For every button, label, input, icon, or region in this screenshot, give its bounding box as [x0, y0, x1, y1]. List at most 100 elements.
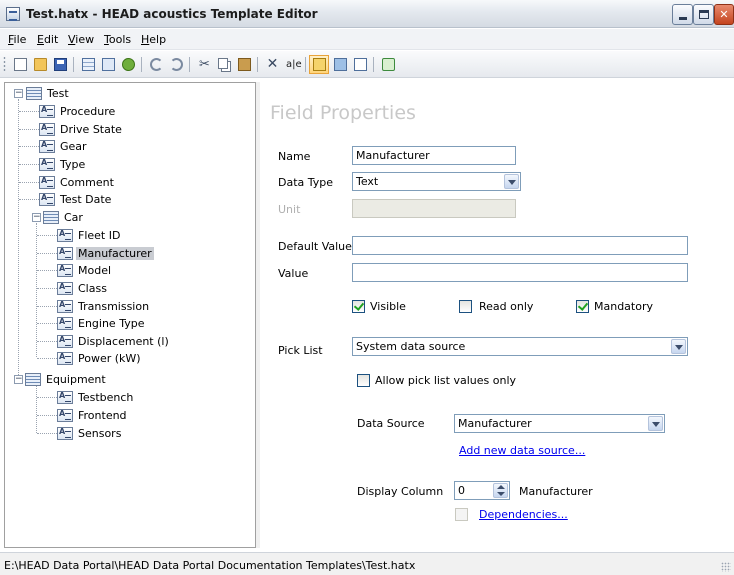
field-icon: [57, 282, 73, 295]
menu-help[interactable]: Help: [141, 33, 166, 46]
tree-item-label: Test Date: [60, 193, 112, 206]
unit-field[interactable]: [352, 199, 516, 218]
dependencies-link[interactable]: Dependencies...: [479, 508, 568, 521]
minimize-button[interactable]: [672, 4, 693, 25]
paste-button[interactable]: [234, 55, 254, 74]
undo-button[interactable]: [146, 55, 166, 74]
tree-item-displacement[interactable]: Displacement (l): [57, 333, 171, 350]
name-field[interactable]: Manufacturer: [352, 146, 516, 165]
resize-grip-icon[interactable]: [721, 562, 731, 572]
add-data-source-link[interactable]: Add new data source...: [459, 444, 585, 457]
chevron-down-icon[interactable]: [671, 339, 686, 354]
tree-item-drive-state[interactable]: Drive State: [39, 121, 124, 138]
maximize-button[interactable]: [693, 4, 714, 25]
mandatory-label: Mandatory: [594, 300, 654, 313]
tree-item-label: Type: [60, 158, 86, 171]
value-field[interactable]: [352, 263, 688, 282]
chevron-down-icon[interactable]: [648, 416, 663, 431]
redo-button[interactable]: [166, 55, 186, 74]
tree-item-type[interactable]: Type: [39, 156, 87, 173]
tree-item-procedure[interactable]: Procedure: [39, 103, 117, 120]
data-source-value: Manufacturer: [458, 417, 532, 430]
tree-item-label: Transmission: [78, 300, 150, 313]
grid-button[interactable]: [78, 55, 98, 74]
open-button[interactable]: [30, 55, 50, 74]
add-button[interactable]: [118, 55, 138, 74]
run-button[interactable]: [330, 55, 350, 74]
copy-button[interactable]: [214, 55, 234, 74]
toolbar-grip[interactable]: [3, 56, 6, 72]
tree-item-manufacturer[interactable]: Manufacturer: [57, 245, 154, 262]
tree-button[interactable]: [98, 55, 118, 74]
field-icon: [57, 317, 73, 330]
tree-item-equipment[interactable]: Equipment: [25, 371, 108, 388]
display-column-stepper[interactable]: 0: [454, 481, 510, 500]
delete-icon: ✕: [266, 56, 279, 72]
data-type-value: Text: [356, 175, 379, 188]
template-tree[interactable]: − Test Procedure Drive State Gear Type C…: [4, 82, 256, 548]
default-value-label: Default Value: [278, 240, 352, 253]
delete-button[interactable]: ✕: [262, 55, 282, 74]
tree-item-car[interactable]: Car: [43, 209, 85, 226]
allow-pick-list-checkbox[interactable]: [357, 374, 370, 387]
read-only-checkbox[interactable]: [459, 300, 472, 313]
tree-item-gear[interactable]: Gear: [39, 138, 89, 155]
field-icon: [57, 409, 73, 422]
tree-item-label: Car: [64, 211, 83, 224]
tree-item-label: Procedure: [60, 105, 116, 118]
tree-item-comment[interactable]: Comment: [39, 174, 116, 191]
tree-item-engine-type[interactable]: Engine Type: [57, 315, 146, 332]
tree-item-class[interactable]: Class: [57, 280, 109, 297]
spellcheck-button[interactable]: a|e: [282, 55, 302, 74]
tree-item-fleet-id[interactable]: Fleet ID: [57, 227, 122, 244]
field-icon: [39, 140, 55, 153]
tree-connector: [37, 415, 57, 416]
tree-item-test[interactable]: Test: [26, 85, 71, 102]
new-button[interactable]: [10, 55, 30, 74]
data-source-select[interactable]: Manufacturer: [454, 414, 665, 433]
field-icon: [57, 335, 73, 348]
pick-list-select[interactable]: System data source: [352, 337, 688, 356]
display-column-name: Manufacturer: [519, 485, 593, 498]
menu-tools[interactable]: Tools: [104, 33, 131, 46]
mandatory-checkbox[interactable]: [576, 300, 589, 313]
visible-checkbox[interactable]: [352, 300, 365, 313]
tree-connector: [19, 146, 39, 147]
field-properties-panel: Field Properties Name Manufacturer Data …: [260, 82, 734, 548]
toolbar-separator: [305, 57, 306, 72]
default-value-field[interactable]: [352, 236, 688, 255]
tree-item-sensors[interactable]: Sensors: [57, 425, 123, 442]
tree-collapse-equipment[interactable]: −: [14, 375, 23, 384]
tree-collapse-test[interactable]: −: [14, 89, 23, 98]
toolbar: ✂ ✕ a|e: [0, 51, 734, 78]
tree-item-testbench[interactable]: Testbench: [57, 389, 135, 406]
spinner-icon[interactable]: [493, 483, 508, 498]
save-button[interactable]: [50, 55, 70, 74]
dependencies-checkbox[interactable]: [455, 508, 468, 521]
properties-button[interactable]: [309, 55, 329, 74]
tree-connector: [19, 111, 39, 112]
menu-edit[interactable]: Edit: [37, 33, 58, 46]
group-icon: [26, 87, 42, 100]
menu-view[interactable]: View: [68, 33, 94, 46]
tree-connector: [37, 397, 57, 398]
tree-collapse-car[interactable]: −: [32, 213, 41, 222]
field-icon: [39, 105, 55, 118]
tree-item-transmission[interactable]: Transmission: [57, 298, 151, 315]
tree-connector: [36, 223, 37, 357]
unit-label: Unit: [278, 203, 301, 216]
cut-button[interactable]: ✂: [194, 55, 214, 74]
tree-item-label: Comment: [60, 176, 114, 189]
menu-file[interactable]: File: [8, 33, 26, 46]
data-type-select[interactable]: Text: [352, 172, 521, 191]
tree-item-power[interactable]: Power (kW): [57, 350, 143, 367]
tree-icon: [102, 58, 115, 71]
preview-button[interactable]: [350, 55, 370, 74]
refresh-button[interactable]: [378, 55, 398, 74]
chevron-down-icon[interactable]: [504, 174, 519, 189]
close-button[interactable]: ✕: [714, 4, 734, 25]
tree-item-test-date[interactable]: Test Date: [39, 191, 113, 208]
tree-item-frontend[interactable]: Frontend: [57, 407, 129, 424]
undo-icon: [150, 58, 163, 71]
tree-item-model[interactable]: Model: [57, 262, 113, 279]
